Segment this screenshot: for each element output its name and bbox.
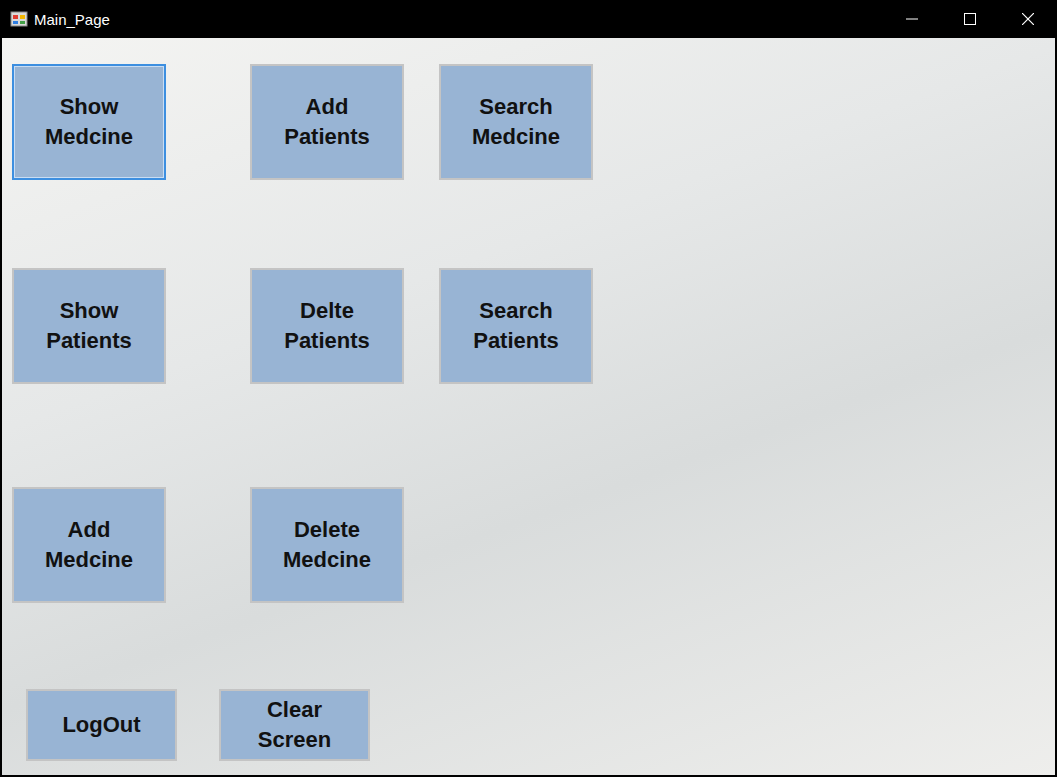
maximize-icon <box>964 13 976 25</box>
button-row: Add Medcine Delete Medcine <box>12 487 1055 603</box>
close-button[interactable] <box>999 0 1057 38</box>
main-window: Main_Page Show Medcine Add Patients Search… <box>0 0 1057 777</box>
menu-button[interactable]: Delete Medcine <box>250 487 404 603</box>
menu-button[interactable]: Add Patients <box>250 64 404 180</box>
menu-button[interactable]: Add Medcine <box>12 487 166 603</box>
maximize-button[interactable] <box>941 0 999 38</box>
minimize-button[interactable] <box>883 0 941 38</box>
button-row: Show Medcine Add Patients Search Medcine <box>12 64 1055 180</box>
close-icon <box>1022 13 1034 25</box>
background-photo: Show MedcineAdd PatientsSearch MedcineSh… <box>2 38 1055 775</box>
app-icon <box>10 10 28 28</box>
title-bar: Main_Page <box>0 0 1057 38</box>
menu-button[interactable]: Show Medcine <box>12 64 166 180</box>
action-button[interactable]: LogOut <box>26 689 177 761</box>
menu-button[interactable]: Delte Patients <box>250 268 404 384</box>
minimize-icon <box>906 13 918 25</box>
button-grid: Show MedcineAdd PatientsSearch MedcineSh… <box>12 64 1055 603</box>
window-controls <box>883 0 1057 38</box>
bottom-buttons: LogOut Clear Screen <box>12 689 1055 761</box>
window-title: Main_Page <box>34 11 110 28</box>
action-button[interactable]: Clear Screen <box>219 689 370 761</box>
button-row: Show Patients Delte Patients Search Patien… <box>12 268 1055 384</box>
menu-button[interactable]: Show Patients <box>12 268 166 384</box>
menu-button[interactable]: Search Patients <box>439 268 593 384</box>
menu-button[interactable]: Search Medcine <box>439 64 593 180</box>
